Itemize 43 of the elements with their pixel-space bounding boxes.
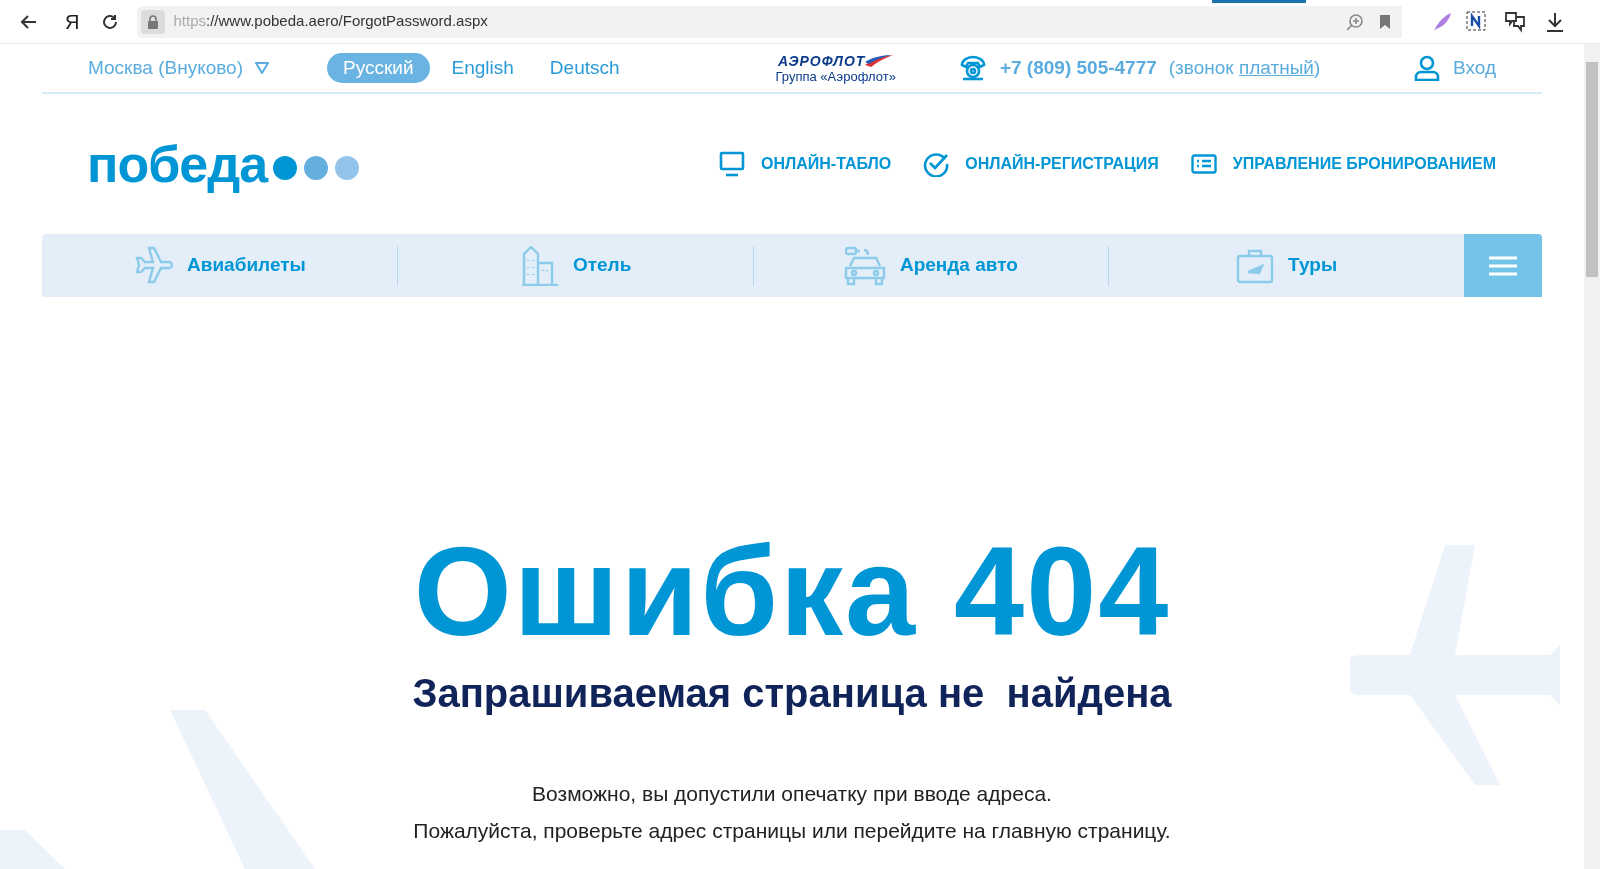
service-tab[interactable]: Отель: [572, 251, 632, 280]
login-link[interactable]: Вход: [1453, 53, 1496, 83]
reload-icon[interactable]: [101, 12, 120, 31]
call-note: (звонок платный): [1168, 55, 1321, 80]
paid-call-link[interactable]: платный: [1238, 56, 1314, 78]
browser-logo[interactable]: Я: [65, 6, 80, 37]
service-tab[interactable]: Аренда авто: [899, 251, 1018, 280]
error-title: Ошибка 404: [413, 529, 1171, 655]
feather-icon[interactable]: [1432, 11, 1453, 32]
user-icon[interactable]: [1414, 55, 1440, 81]
partner-logo: АЭРОФЛОТ Группа «Аэрофлот»: [775, 53, 896, 83]
address-bar[interactable]: https://www.pobeda.aero/ForgotPassword.aspx: [137, 5, 1403, 38]
language-tab[interactable]: Русский: [327, 53, 430, 83]
monitor-icon: [719, 151, 745, 177]
header-link[interactable]: УПРАВЛЕНИЕ БРОНИРОВАНИЕМ: [1232, 152, 1496, 176]
header-link[interactable]: ОНЛАЙН-ТАБЛО: [761, 152, 892, 176]
scrollbar[interactable]: [1584, 44, 1600, 869]
header-link[interactable]: ОНЛАЙН-РЕГИСТРАЦИЯ: [965, 152, 1159, 176]
phone-number[interactable]: +7 (809) 505-4777: [999, 53, 1157, 83]
bookmark-icon[interactable]: [1378, 13, 1393, 30]
note-icon[interactable]: [1466, 10, 1489, 33]
language-tab[interactable]: Deutsch: [535, 53, 634, 83]
service-tab[interactable]: Туры: [1288, 251, 1338, 280]
download-icon[interactable]: [1546, 11, 1565, 32]
suitcase-icon: [1236, 247, 1275, 284]
check-circle-icon: [923, 151, 950, 177]
zoom-icon[interactable]: [1346, 12, 1365, 31]
menu-icon: [1489, 255, 1517, 276]
error-message: Возможно, вы допустили опечатку при вводе адреса.: [532, 781, 1052, 806]
phone-icon: [959, 55, 986, 81]
city-selector[interactable]: Москва (Внуково): [88, 53, 269, 83]
extension-icon[interactable]: [1504, 10, 1527, 33]
car-icon: [843, 245, 886, 286]
language-tab[interactable]: English: [437, 53, 528, 83]
dropdown-caret-icon: [255, 62, 269, 74]
lock-icon: [141, 9, 166, 34]
back-icon[interactable]: [20, 12, 38, 31]
plane-icon: [133, 245, 173, 286]
error-subtitle: Запрашиваемая страница не найдена: [412, 673, 1172, 713]
service-tab[interactable]: Авиабилеты: [187, 251, 306, 280]
url-text: https://www.pobeda.aero/ForgotPassword.aspx: [173, 11, 488, 32]
booking-card-icon: [1190, 154, 1217, 174]
error-message: Пожалуйста, проверьте адрес страницы или перейдите на главную страницу.: [413, 818, 1171, 843]
